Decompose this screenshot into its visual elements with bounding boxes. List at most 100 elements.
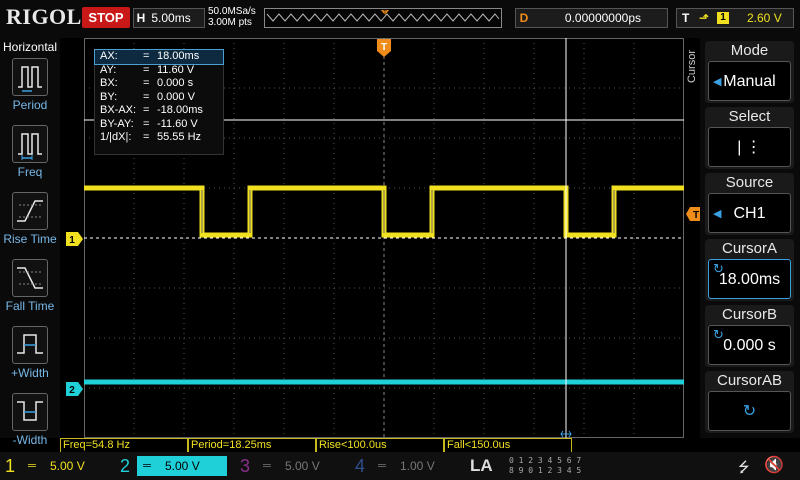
trigger-source-badge: 1 — [717, 12, 729, 24]
delay-value: 0.00000000ps — [564, 11, 641, 25]
readout-row: BX-AX: = -18.00ms — [100, 104, 203, 116]
svg-text:1: 1 — [69, 235, 75, 246]
measurement-fall[interactable]: Fall<150.0us — [444, 438, 572, 452]
rise-time-icon — [12, 192, 48, 230]
channel-scale-box: ═ 5.00 V — [22, 456, 112, 476]
delay-label: D — [519, 11, 529, 25]
delay-box[interactable]: D 0.00000000ps — [515, 8, 668, 28]
readout-row: AY: = 11.60 V — [100, 63, 195, 76]
left-arrow-icon: ◀ — [713, 208, 722, 220]
measure-freq-button[interactable]: Freq — [0, 125, 60, 179]
measure-label: Fall Time — [5, 299, 55, 313]
oscilloscope-screen: RIGOL STOP H 5.00ms 50.0MSa/s 3.00M pts … — [0, 0, 800, 480]
svg-text:T: T — [381, 42, 387, 53]
run-stop-button[interactable]: STOP — [82, 7, 130, 28]
menu-button-value: ↻ 18.00ms — [708, 259, 791, 299]
menu-title: Cursor — [686, 50, 698, 84]
menu-button-value: | ⋮ — [708, 127, 791, 167]
measure-pos-width-button[interactable]: +Width — [0, 326, 60, 380]
cursor-ab-button[interactable]: CursorAB ↻ — [705, 371, 794, 433]
panel-title: Horizontal — [2, 40, 58, 54]
trigger-label: T — [682, 11, 690, 25]
logic-analyzer-label[interactable]: LA — [470, 454, 493, 478]
cursor-a-button[interactable]: CursorA ↻ 18.00ms — [705, 239, 794, 301]
channel-number: 1 — [4, 456, 15, 476]
menu-button-value: ↻ 0.000 s — [708, 325, 791, 365]
dc-coupling-icon: ═ — [28, 460, 36, 472]
left-arrow-icon: ◀ — [713, 76, 722, 88]
readout-row: BX: = 0.000 s — [100, 77, 194, 89]
status-bar: RIGOL STOP H 5.00ms 50.0MSa/s 3.00M pts … — [0, 0, 800, 38]
cursor-mode-button[interactable]: Mode ◀ Manual — [705, 41, 794, 103]
measure-label: Freq — [17, 165, 43, 179]
channel-1-status[interactable]: 1 ═ 5.00 V — [0, 454, 115, 478]
menu-button-title: CursorB — [721, 306, 777, 323]
svg-text:T: T — [693, 210, 699, 221]
fall-time-icon — [12, 259, 48, 297]
trigger-position-marker[interactable]: T — [377, 39, 391, 57]
memory-position-bar[interactable]: T — [264, 8, 502, 28]
channel-4-status[interactable]: 4 ═ 1.00 V — [350, 454, 465, 478]
dc-coupling-icon: ═ — [378, 460, 386, 472]
rotate-knob-icon: ↻ — [708, 391, 791, 431]
cursor-readout-panel: AX: = 18.00ms AY: = 11.60 V BX: = 0.000 s BY: =… — [94, 49, 224, 155]
measure-fall-time-button[interactable]: Fall Time — [0, 259, 60, 313]
timebase-value: 5.00ms — [151, 11, 191, 25]
measure-label: -Width — [12, 433, 48, 447]
readout-row: 1/|dX|: = 55.55 Hz — [100, 131, 202, 143]
menu-button-title: CursorAB — [716, 372, 783, 389]
channel-number: 2 — [119, 456, 130, 476]
cursor-a-handle[interactable] — [560, 430, 572, 438]
timebase-box[interactable]: H 5.00ms — [133, 8, 205, 28]
dc-coupling-icon: ═ — [143, 460, 151, 472]
channel-3-status[interactable]: 3 ═ 5.00 V — [235, 454, 350, 478]
rising-edge-icon: ⬏ — [699, 11, 710, 25]
readout-row: AX: = 18.00ms — [94, 49, 224, 65]
dc-coupling-icon: ═ — [263, 460, 271, 472]
ch2-offset-marker[interactable]: 2 — [66, 382, 84, 396]
cursor-select-button[interactable]: Select | ⋮ — [705, 107, 794, 169]
speaker-muted-icon[interactable]: 🔇 — [764, 455, 784, 475]
freq-icon — [12, 125, 48, 163]
trigger-box[interactable]: T ⬏ 1 2.60 V — [676, 8, 794, 28]
sample-rate: 50.0MSa/s — [208, 6, 256, 17]
channel-2-status[interactable]: 2 ═ 5.00 V — [115, 454, 235, 478]
usb-icon: ⭍ — [738, 459, 750, 475]
logic-analyzer-channels: 0 1 2 3 4 5 6 7 8 9 0 1 2 3 4 5 — [509, 456, 582, 475]
measure-neg-width-button[interactable]: -Width — [0, 393, 60, 447]
measure-rise-time-button[interactable]: Rise Time — [0, 192, 60, 246]
memory-depth: 3.00M pts — [208, 17, 252, 28]
measurement-freq[interactable]: Freq=54.8 Hz — [60, 438, 188, 452]
cursor-source-button[interactable]: Source ◀ CH1 — [705, 173, 794, 235]
measurement-period[interactable]: Period=18.25ms — [188, 438, 316, 452]
neg-width-icon — [12, 393, 48, 431]
timebase-label: H — [136, 11, 146, 25]
menu-button-title: CursorA — [721, 240, 777, 257]
svg-text:2: 2 — [69, 385, 75, 396]
menu-button-value: ◀ Manual — [708, 61, 791, 101]
ch1-offset-marker[interactable]: 1 — [66, 232, 84, 246]
channel-scale-box: ═ 5.00 V — [257, 456, 347, 476]
measure-label: Period — [12, 98, 48, 112]
pos-width-icon — [12, 326, 48, 364]
channel-scale-box: ═ 5.00 V — [137, 456, 227, 476]
readout-row: BY: = 0.000 V — [100, 90, 195, 103]
acquisition-info: 50.0MSa/s 3.00M pts — [208, 6, 256, 28]
measure-label: +Width — [11, 366, 49, 380]
measure-period-button[interactable]: Period — [0, 58, 60, 112]
measurement-rise[interactable]: Rise<100.0us — [316, 438, 444, 452]
channel-number: 4 — [354, 456, 365, 476]
period-icon — [12, 58, 48, 96]
menu-button-title: Select — [728, 108, 771, 125]
memory-trigger-marker: T — [383, 11, 387, 17]
cursor-b-button[interactable]: CursorB ↻ 0.000 s — [705, 305, 794, 367]
rotate-knob-icon: ↻ — [713, 327, 724, 342]
readout-row: BY-AY: = -11.60 V — [100, 117, 198, 130]
channel-scale-box: ═ 1.00 V — [372, 456, 462, 476]
channel-bar: 1 ═ 5.00 V 2 ═ 5.00 V 3 ═ 5.00 V 4 ═ 1.0… — [0, 452, 800, 480]
memory-overview-wave: T — [266, 10, 500, 22]
menu-button-title: Mode — [730, 42, 769, 59]
menu-button-title: Source — [725, 174, 774, 191]
brand-logo: RIGOL — [6, 4, 82, 29]
measurement-bar: Freq=54.8 Hz Period=18.25ms Rise<100.0us… — [60, 438, 700, 452]
